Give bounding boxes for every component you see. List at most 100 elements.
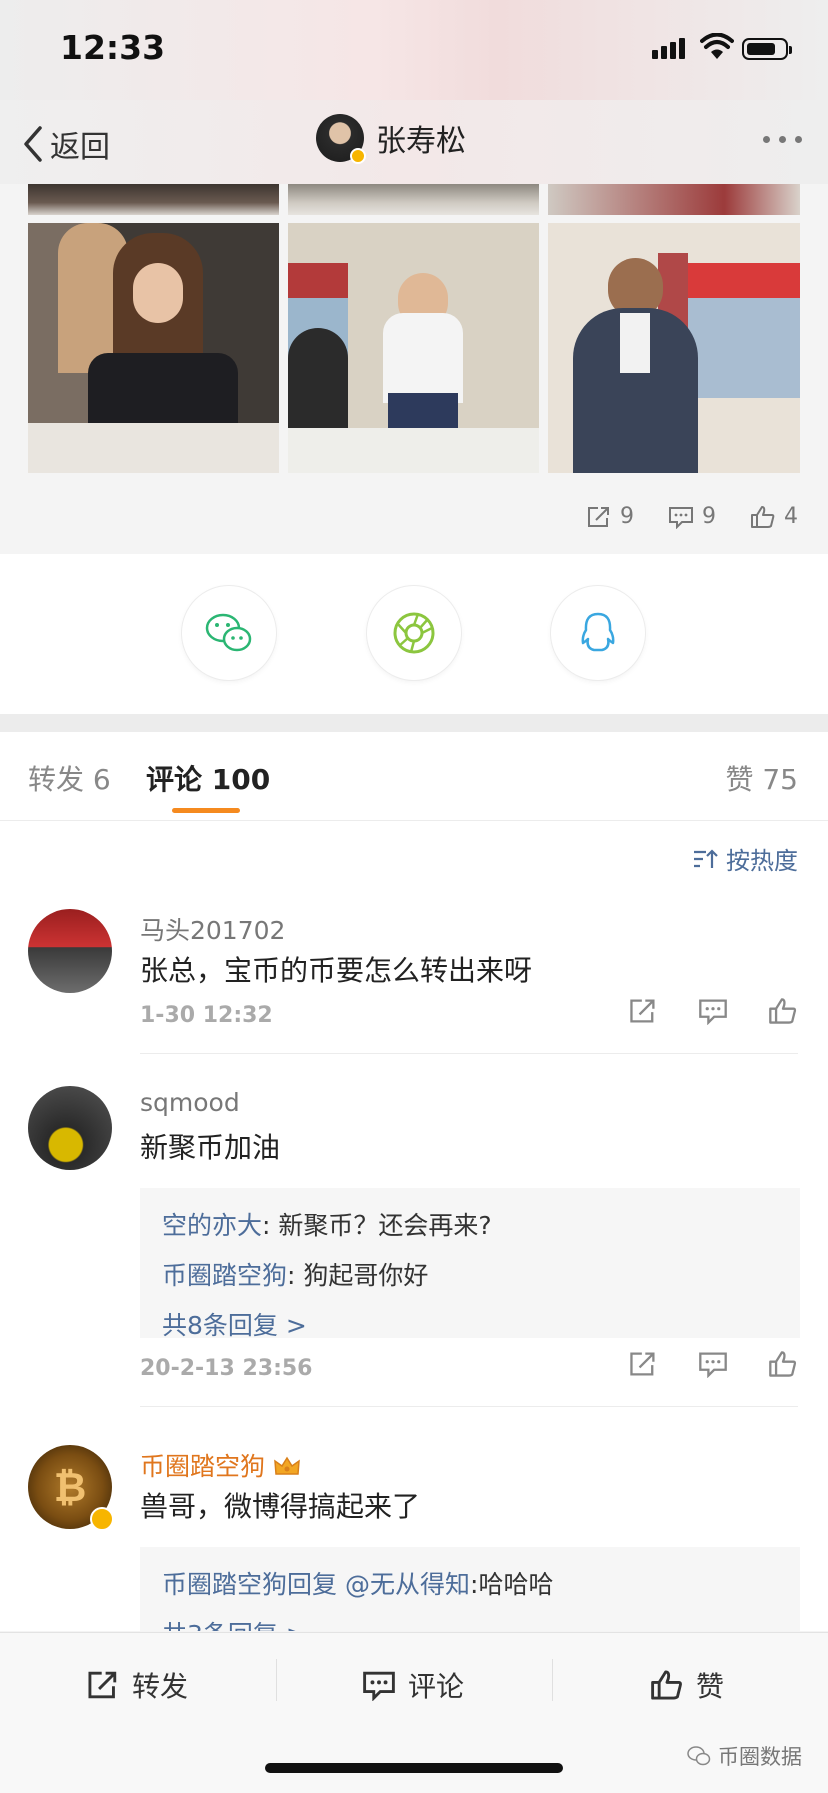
reply-item: 空的亦大: 新聚币？还会再来? <box>162 1206 492 1242</box>
repost-label: 转发 <box>132 1670 189 1703</box>
like-count: 4 <box>784 504 798 529</box>
verified-badge-icon <box>90 1507 114 1531</box>
like-button[interactable]: 赞 <box>650 1665 724 1705</box>
comment-count: 9 <box>702 504 716 529</box>
comment-username[interactable]: 币圈踏空狗 <box>140 1447 301 1483</box>
author-header[interactable]: 张寿松 <box>316 114 466 164</box>
reply-item: 币圈踏空狗: 狗起哥你好 <box>162 1256 428 1292</box>
more-replies-link[interactable]: 共3条回复 > <box>162 1615 307 1631</box>
photo-thumbnail[interactable] <box>288 184 539 215</box>
nav-bar: 返回 张寿松 <box>0 100 828 184</box>
comment-actions <box>628 1350 798 1378</box>
avatar[interactable] <box>28 909 112 993</box>
svg-text:₿: ₿ <box>54 1465 87 1511</box>
photo-thumbnail[interactable] <box>548 184 800 215</box>
thumbs-up-icon <box>751 505 775 528</box>
wechat-icon <box>205 613 252 652</box>
comment-username[interactable]: sqmood <box>140 1088 240 1117</box>
comment-separator <box>140 1053 798 1054</box>
comment-stat[interactable]: 9 <box>668 504 716 529</box>
comment-label: 评论 <box>408 1670 465 1703</box>
bottom-action-bar: 转发 评论 赞 币圈数据 <box>0 1632 828 1793</box>
comment-time: 20-2-13 23:56 <box>140 1356 313 1381</box>
photo-thumbnail[interactable] <box>548 223 800 473</box>
comment-icon <box>363 1671 395 1701</box>
photo-thumbnail[interactable] <box>28 223 279 473</box>
back-button[interactable]: 返回 <box>22 122 110 166</box>
qq-share-button[interactable] <box>551 586 645 680</box>
tab-bar: 转发 6 评论 100 赞 75 <box>0 732 828 821</box>
tab-likes[interactable]: 赞 75 <box>725 758 798 798</box>
more-replies-link[interactable]: 共8条回复 > <box>162 1306 307 1342</box>
photo-thumbnail[interactable] <box>28 184 279 215</box>
tab-reposts[interactable]: 转发 6 <box>28 758 111 798</box>
wechat-share-button[interactable] <box>182 586 276 680</box>
watermark-text: 币圈数据 <box>718 1745 802 1769</box>
comment-time: 1-30 12:32 <box>140 1003 273 1028</box>
thumbs-up-icon <box>651 1670 682 1700</box>
comment-actions <box>628 997 798 1025</box>
more-options-button[interactable] <box>763 136 802 143</box>
reply-icon[interactable] <box>698 1350 728 1378</box>
reply-text: : 狗起哥你好 <box>287 1261 429 1290</box>
wifi-icon <box>700 33 734 59</box>
reply-item: 币圈踏空狗回复 @无从得知:哈哈哈 <box>162 1565 553 1601</box>
reply-user[interactable]: 币圈踏空狗 <box>162 1261 287 1290</box>
comment-text: 张总，宝币的币要怎么转出来呀 <box>140 954 533 987</box>
wechat-icon <box>687 1746 711 1766</box>
author-name: 张寿松 <box>376 124 466 159</box>
repost-stat[interactable]: 9 <box>586 504 634 529</box>
thumbs-up-icon[interactable] <box>768 997 798 1025</box>
repost-count: 9 <box>620 504 634 529</box>
reply-user[interactable]: 空的亦大 <box>162 1211 262 1240</box>
comment-username[interactable]: 马头201702 <box>140 911 285 947</box>
qq-icon <box>581 612 615 652</box>
share-row <box>0 554 828 714</box>
status-bar: 12:33 <box>0 0 828 100</box>
active-tab-indicator <box>172 808 240 813</box>
reply-text: :哈哈哈 <box>470 1570 554 1599</box>
reply-text: : 新聚币？还会再来? <box>262 1211 492 1240</box>
cellular-signal-icon <box>652 38 688 59</box>
reply-preview-box[interactable]: 空的亦大: 新聚币？还会再来? 币圈踏空狗: 狗起哥你好 共8条回复 > <box>140 1188 800 1340</box>
share-icon <box>88 1671 117 1699</box>
chevron-left-icon <box>24 126 42 162</box>
photo-thumbnail[interactable] <box>288 223 539 473</box>
comment-list: 按热度 马头201702 张总，宝币的币要怎么转出来呀 1-30 12:32 s… <box>0 821 828 1631</box>
bar-divider <box>552 1659 553 1701</box>
verified-badge-icon <box>350 148 366 164</box>
thumbs-up-icon[interactable] <box>768 1350 798 1378</box>
share-icon <box>588 506 609 527</box>
share-icon[interactable] <box>628 997 658 1025</box>
like-label: 赞 <box>696 1670 725 1703</box>
back-label: 返回 <box>50 130 110 165</box>
watermark: 币圈数据 <box>686 1741 802 1771</box>
avatar[interactable] <box>28 1086 112 1170</box>
comment-text: 新聚币加油 <box>140 1131 281 1164</box>
avatar[interactable]: ₿ <box>28 1445 114 1531</box>
sort-icon <box>694 848 718 868</box>
reply-mention[interactable]: @无从得知 <box>345 1570 470 1599</box>
status-time: 12:33 <box>60 28 166 67</box>
author-avatar[interactable] <box>316 114 366 164</box>
repost-button[interactable]: 转发 <box>86 1665 188 1705</box>
post-stats: 9 9 4 <box>586 504 798 529</box>
bar-divider <box>276 1659 277 1701</box>
reply-preview-box[interactable]: 币圈踏空狗回复 @无从得知:哈哈哈 共3条回复 > <box>140 1547 800 1631</box>
photo-grid: 9 9 4 <box>0 184 828 554</box>
reply-icon[interactable] <box>698 997 728 1025</box>
moments-share-button[interactable] <box>367 586 461 680</box>
battery-icon <box>742 38 792 60</box>
crown-badge-icon <box>274 1456 300 1475</box>
like-stat[interactable]: 4 <box>750 504 798 529</box>
share-icon[interactable] <box>628 1350 658 1378</box>
sort-button[interactable]: 按热度 <box>692 841 798 876</box>
reply-user[interactable]: 币圈踏空狗回复 <box>162 1570 337 1599</box>
moments-icon <box>393 612 435 654</box>
tab-comments[interactable]: 评论 100 <box>146 758 270 798</box>
comment-button[interactable]: 评论 <box>362 1665 464 1705</box>
comment-icon <box>669 506 693 529</box>
section-divider <box>0 714 828 732</box>
comment-text: 兽哥，微博得搞起来了 <box>140 1490 421 1523</box>
home-indicator[interactable] <box>265 1763 563 1773</box>
